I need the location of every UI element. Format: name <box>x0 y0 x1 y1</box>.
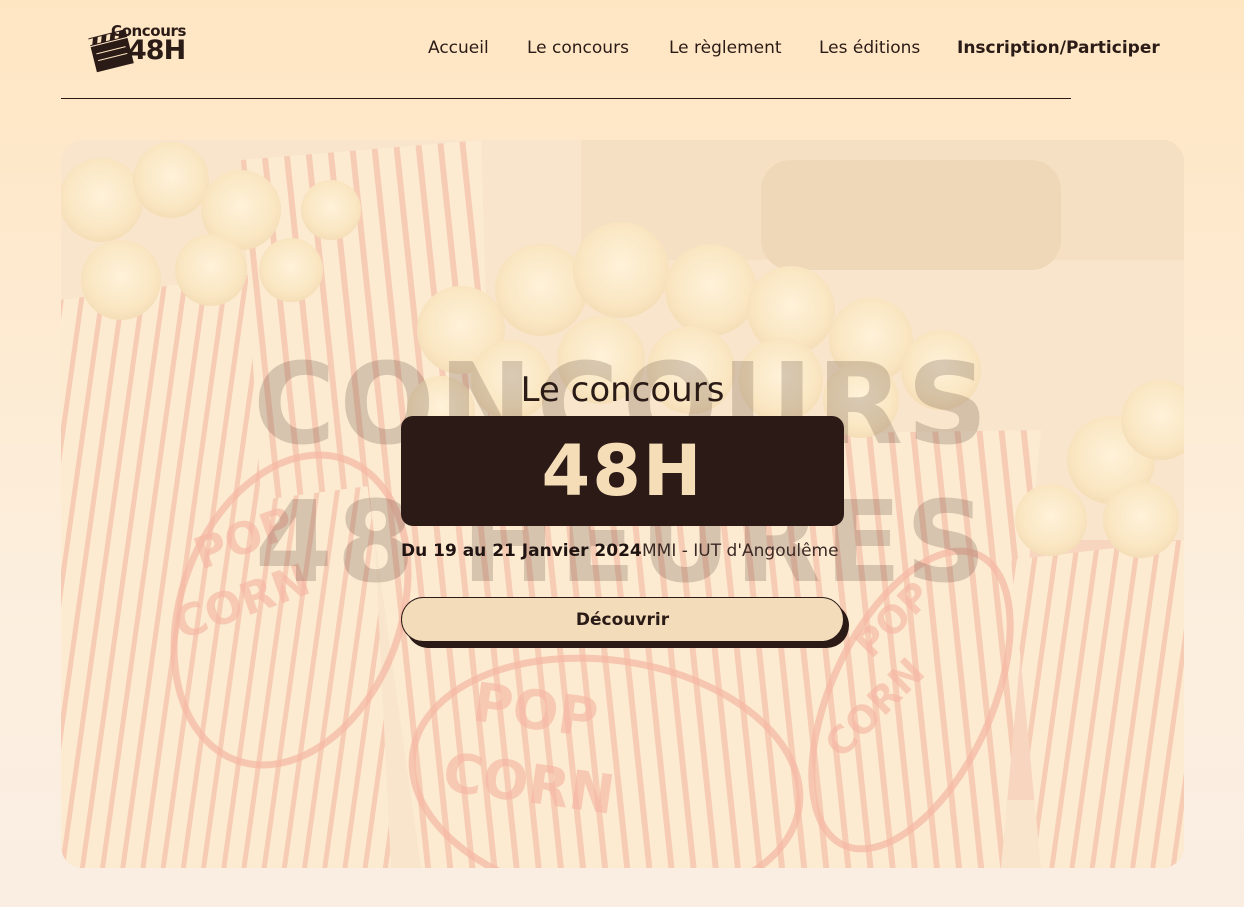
hero-subtitle: Le concours <box>520 370 725 410</box>
nav-link-inscription[interactable]: Inscription/Participer <box>957 38 1160 58</box>
logo-text-48h: 48H <box>128 35 186 66</box>
nav-link-editions[interactable]: Les éditions <box>819 38 920 58</box>
nav-link-reglement[interactable]: Le règlement <box>669 38 782 58</box>
nav-link-le-concours[interactable]: Le concours <box>527 38 629 58</box>
discover-button[interactable]: Découvrir <box>401 597 844 642</box>
hero-banner: POP CORN POP CORN POP CORN CONCOURS 48 H… <box>61 140 1184 868</box>
hero-location: MMI - IUT d'Angoulême <box>642 541 839 561</box>
site-logo[interactable]: Concours 48H <box>86 14 192 76</box>
header-divider <box>61 98 1071 99</box>
nav-link-accueil[interactable]: Accueil <box>428 38 489 58</box>
hero-date: Du 19 au 21 Janvier 2024 <box>401 541 642 561</box>
hero-title: 48H <box>541 430 704 512</box>
hero-title-box: 48H <box>401 416 844 526</box>
